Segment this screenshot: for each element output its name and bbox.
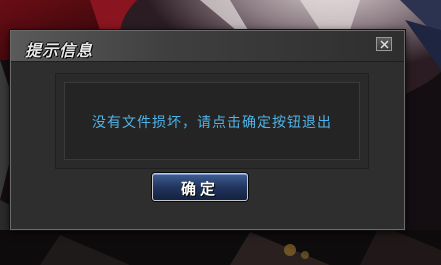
dialog-title: 提示信息 (25, 41, 94, 60)
close-button[interactable] (376, 37, 392, 51)
dialog-message: 没有文件损坏，请点击确定按钮退出 (92, 115, 332, 131)
ok-button-label: 确定 (180, 180, 219, 198)
message-panel: 没有文件损坏，请点击确定按钮退出 (55, 73, 369, 169)
info-dialog: 提示信息 没有文件损坏，请点击确定按钮退出 确定 (10, 30, 405, 230)
dialog-titlebar: 提示信息 (11, 31, 404, 62)
ok-button[interactable]: 确定 (152, 173, 248, 201)
close-icon (380, 40, 389, 49)
